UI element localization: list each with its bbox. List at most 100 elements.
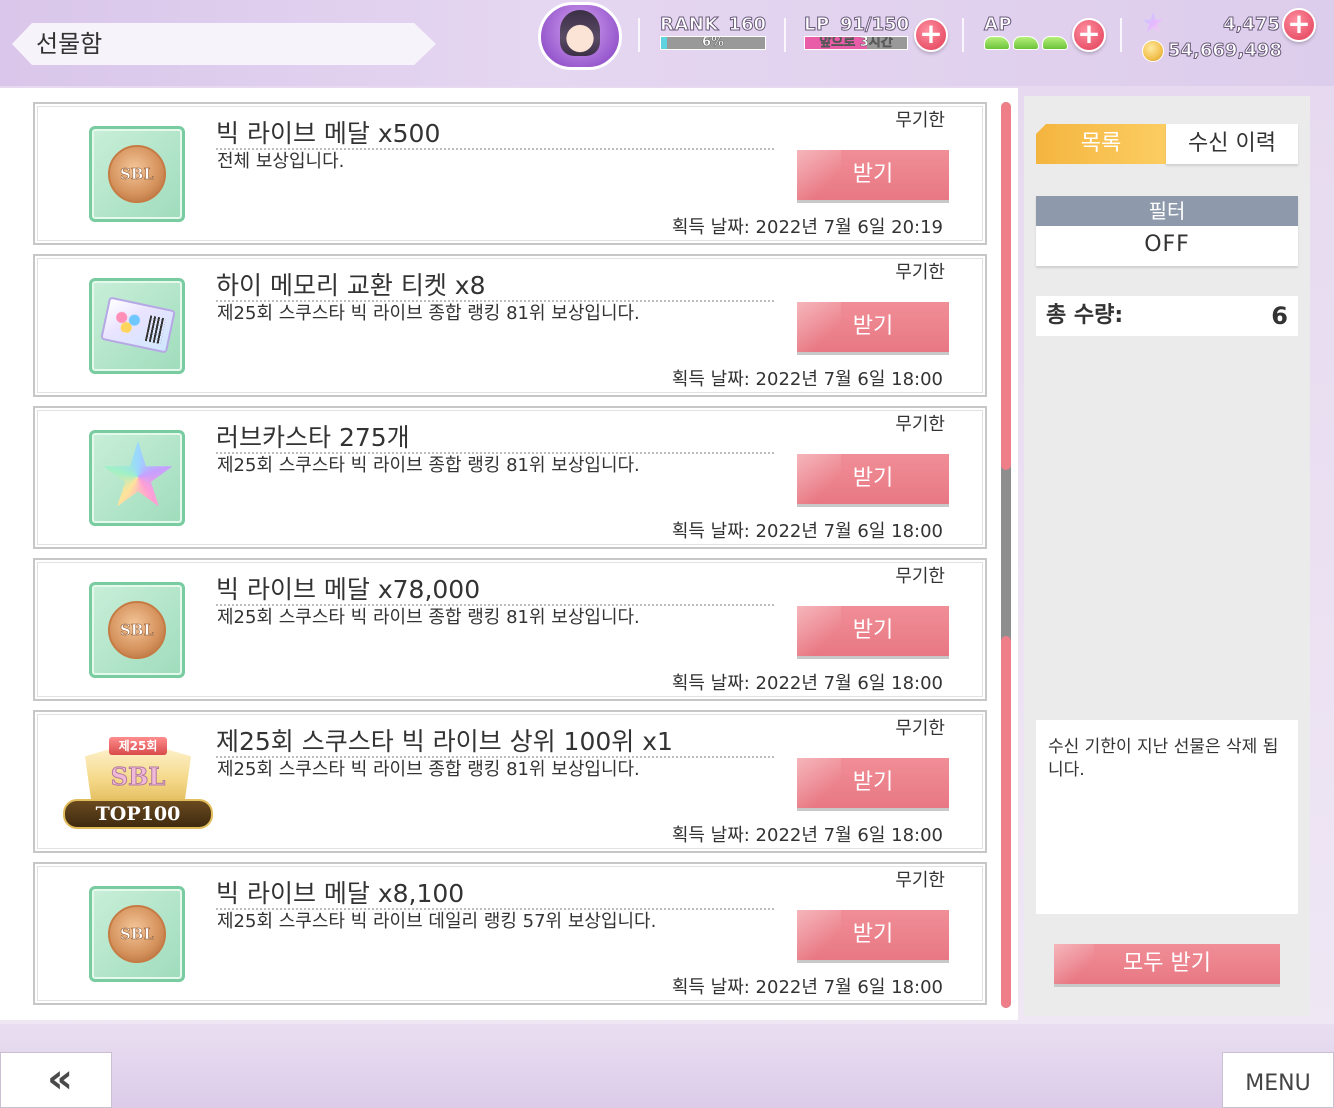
top100-badge-icon: 제25회 SBL TOP100 xyxy=(63,735,213,835)
gift-description: 제25회 스쿠스타 빅 라이브 종합 랭킹 81위 보상입니다. xyxy=(217,607,640,628)
receive-button[interactable]: 받기 xyxy=(797,302,949,352)
total-value: 6 xyxy=(1271,302,1288,330)
receive-button[interactable]: 받기 xyxy=(797,606,949,656)
medal-icon: SBL xyxy=(89,886,185,982)
gift-expiry: 무기한 xyxy=(895,566,945,587)
gift-date: 획득 날짜: 2022년 7월 6일 20:19 xyxy=(671,217,943,238)
rank-progress-bar: 6% xyxy=(660,36,766,50)
gift-expiry: 무기한 xyxy=(895,718,945,739)
gift-name: 하이 메모리 교환 티켓 x8 xyxy=(216,271,486,300)
gift-item: 제25회 SBL TOP100 제25회 스쿠스타 빅 라이브 상위 100위 … xyxy=(33,710,987,853)
gift-date: 획득 날짜: 2022년 7월 6일 18:00 xyxy=(671,825,943,846)
ticket-barcode xyxy=(144,315,166,345)
receive-button[interactable]: 받기 xyxy=(797,758,949,808)
page-title: 선물함 xyxy=(36,30,103,58)
badge-rank: TOP100 xyxy=(63,799,213,829)
ticket-icon xyxy=(89,278,185,374)
ap-shoe-icon xyxy=(1042,36,1068,50)
tab-list[interactable]: 목록 xyxy=(1036,124,1166,164)
scrollbar-thumb-top[interactable] xyxy=(1001,102,1011,470)
gift-name: 빅 라이브 메달 x500 xyxy=(216,119,441,148)
gift-expiry: 무기한 xyxy=(895,110,945,131)
gift-description: 제25회 스쿠스타 빅 라이브 종합 랭킹 81위 보상입니다. xyxy=(217,455,640,476)
total-label: 총 수량: xyxy=(1046,303,1124,328)
gift-expiry: 무기한 xyxy=(895,870,945,891)
filter-label: 필터 xyxy=(1036,196,1298,226)
top-status-bar: 선물함 RANK 160 6% LP 91/150 앞으로 3시간 + AP +… xyxy=(0,0,1334,86)
gift-expiry: 무기한 xyxy=(895,262,945,283)
bottom-bar: « MENU xyxy=(0,1024,1334,1108)
receive-button[interactable]: 받기 xyxy=(797,910,949,960)
rank-label: RANK xyxy=(660,14,719,36)
ticket-graphic xyxy=(100,296,176,354)
medal-logo-text: SBL xyxy=(119,621,155,640)
divider xyxy=(1120,18,1122,52)
ticket-dots xyxy=(112,310,143,336)
medal-coin: SBL xyxy=(108,905,166,963)
medal-icon: SBL xyxy=(89,582,185,678)
receive-all-button[interactable]: 모두 받기 xyxy=(1054,944,1280,984)
receive-button[interactable]: 받기 xyxy=(797,454,949,504)
profile-avatar[interactable] xyxy=(534,0,626,76)
medal-icon: SBL xyxy=(89,126,185,222)
back-button[interactable]: « xyxy=(0,1052,112,1108)
badge-year: 제25회 xyxy=(109,737,167,755)
gift-item: SBL 빅 라이브 메달 x8,100 제25회 스쿠스타 빅 라이브 데일리 … xyxy=(33,862,987,1005)
notice-box: 수신 기한이 지난 선물은 삭제 됩니다. xyxy=(1036,720,1298,914)
ap-shoe-icon xyxy=(984,36,1010,50)
gift-name: 제25회 스쿠스타 빅 라이브 상위 100위 x1 xyxy=(216,727,673,756)
gift-date: 획득 날짜: 2022년 7월 6일 18:00 xyxy=(671,977,943,998)
gift-expiry: 무기한 xyxy=(895,414,945,435)
gift-item: SBL 빅 라이브 메달 x500 전체 보상입니다. 무기한 받기 획득 날짜… xyxy=(33,102,987,245)
lp-value: 91/150 xyxy=(840,14,910,36)
gift-item: 러브카스타 275개 제25회 스쿠스타 빅 라이브 종합 랭킹 81위 보상입… xyxy=(33,406,987,549)
gift-date: 획득 날짜: 2022년 7월 6일 18:00 xyxy=(671,673,943,694)
divider xyxy=(784,18,786,52)
lp-progress-bar: 앞으로 3시간 xyxy=(804,36,908,50)
avatar-portrait xyxy=(560,10,600,56)
gift-description: 제25회 스쿠스타 빅 라이브 데일리 랭킹 57위 보상입니다. xyxy=(217,911,657,932)
gift-name: 러브카스타 275개 xyxy=(216,423,410,452)
gift-name: 빅 라이브 메달 x78,000 xyxy=(216,575,481,604)
gift-date: 획득 날짜: 2022년 7월 6일 18:00 xyxy=(671,521,943,542)
tab-history[interactable]: 수신 이력 xyxy=(1166,124,1298,164)
ap-plus-button[interactable]: + xyxy=(1072,18,1106,52)
scrollbar-thumb-bottom[interactable] xyxy=(1001,636,1011,1008)
ap-shoe-icon xyxy=(1013,36,1039,50)
lp-timer: 앞으로 3시간 xyxy=(819,36,893,50)
total-count: 총 수량: 6 xyxy=(1036,296,1298,336)
medal-logo-text: SBL xyxy=(119,925,155,944)
menu-button[interactable]: MENU xyxy=(1222,1052,1334,1108)
gift-description: 제25회 스쿠스타 빅 라이브 종합 랭킹 81위 보상입니다. xyxy=(217,303,640,324)
star-currency-icon xyxy=(1142,12,1164,33)
coin-icon xyxy=(1142,40,1164,62)
lovecastar-star xyxy=(103,441,173,507)
badge-logo: SBL xyxy=(110,762,166,791)
star-currency-value: 4,475 xyxy=(1223,14,1281,36)
lp-label: LP xyxy=(804,14,830,36)
lovecastar-icon xyxy=(89,430,185,526)
divider xyxy=(638,18,640,52)
divider xyxy=(962,18,964,52)
gift-item: 하이 메모리 교환 티켓 x8 제25회 스쿠스타 빅 라이브 종합 랭킹 81… xyxy=(33,254,987,397)
ap-label: AP xyxy=(983,14,1013,36)
receive-button[interactable]: 받기 xyxy=(797,150,949,200)
gift-item: SBL 빅 라이브 메달 x78,000 제25회 스쿠스타 빅 라이브 종합 … xyxy=(33,558,987,701)
medal-logo-text: SBL xyxy=(119,165,155,184)
filter-value: OFF xyxy=(1144,232,1190,257)
medal-coin: SBL xyxy=(108,145,166,203)
gift-description: 전체 보상입니다. xyxy=(217,151,345,172)
rank-value: 160 xyxy=(728,14,767,36)
gift-date: 획득 날짜: 2022년 7월 6일 18:00 xyxy=(671,369,943,390)
gift-description: 제25회 스쿠스타 빅 라이브 종합 랭킹 81위 보상입니다. xyxy=(217,759,640,780)
filter-button[interactable]: 필터 OFF xyxy=(1036,196,1298,266)
lp-plus-button[interactable]: + xyxy=(914,18,948,52)
gift-name: 빅 라이브 메달 x8,100 xyxy=(216,879,465,908)
star-plus-button[interactable]: + xyxy=(1282,8,1316,42)
rank-progress-text: 6% xyxy=(701,36,725,50)
coin-value: 54,669,498 xyxy=(1168,40,1283,62)
medal-coin: SBL xyxy=(108,601,166,659)
side-panel: 목록 수신 이력 필터 OFF 총 수량: 6 수신 기한이 지난 선물은 삭제… xyxy=(1024,96,1310,1016)
gift-list-panel[interactable]: SBL 빅 라이브 메달 x500 전체 보상입니다. 무기한 받기 획득 날짜… xyxy=(0,88,1018,1020)
notice-text: 수신 기한이 지난 선물은 삭제 됩니다. xyxy=(1048,737,1279,780)
